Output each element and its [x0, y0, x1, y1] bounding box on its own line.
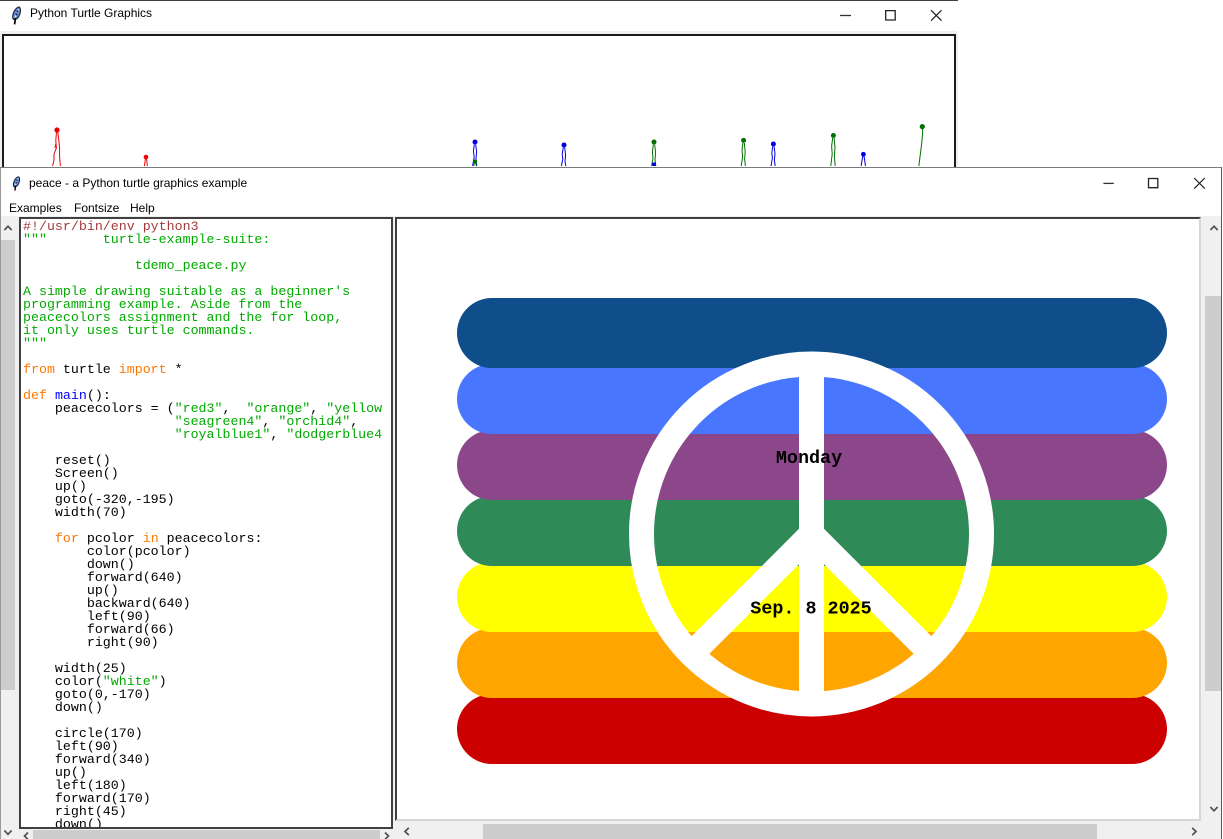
svg-text:Sep. 8 2025: Sep. 8 2025: [750, 599, 871, 620]
svg-text:Monday: Monday: [776, 448, 842, 469]
